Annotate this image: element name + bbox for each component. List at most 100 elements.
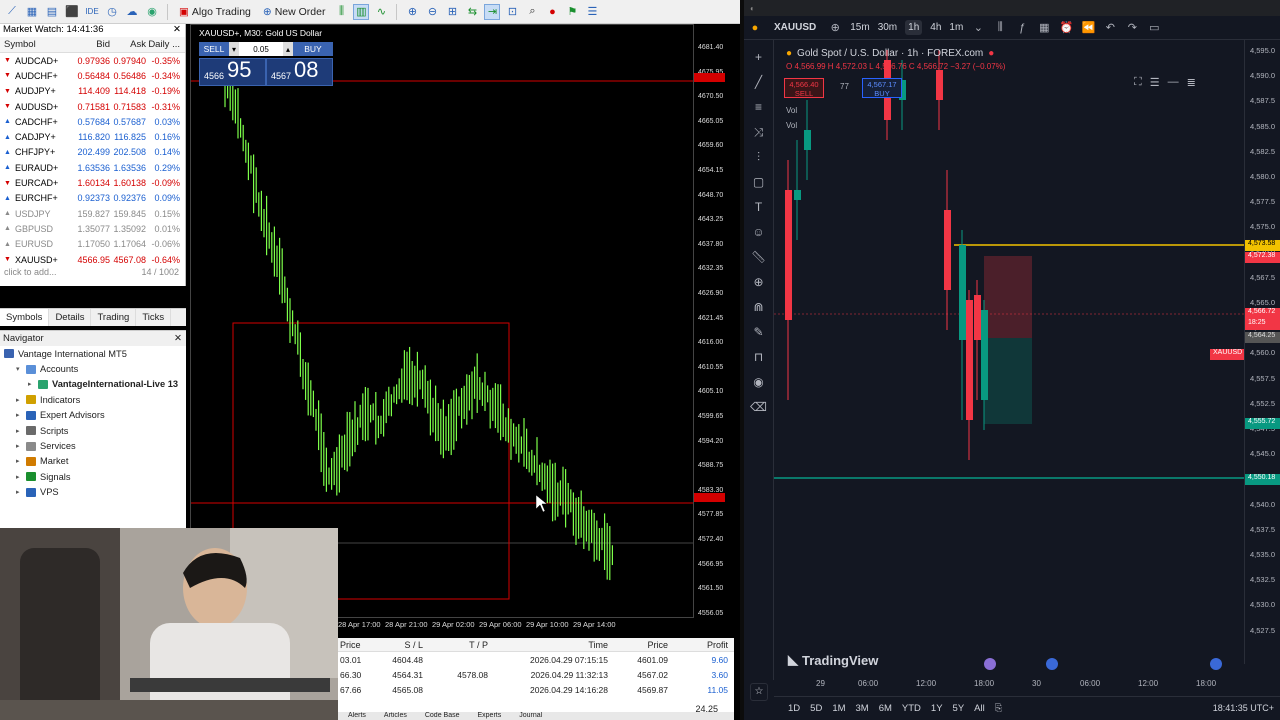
navigator-item[interactable]: Vantage International MT5: [0, 346, 186, 361]
globe-icon[interactable]: ◉: [144, 4, 160, 20]
market-watch-row[interactable]: ▲ GBPUSD 1.35077 1.35092 0.01%: [0, 221, 185, 236]
economic-event-icon[interactable]: [1046, 658, 1058, 670]
object-tree-icon[interactable]: ☰: [1150, 76, 1160, 89]
bar-chart-icon[interactable]: ⫼: [333, 4, 349, 20]
ide-icon[interactable]: IDE: [84, 4, 100, 20]
economic-event-icon[interactable]: [1210, 658, 1222, 673]
toolbox-tab[interactable]: Alerts: [348, 712, 366, 720]
navigator-item[interactable]: ▸ VantageInternational-Live 13: [0, 377, 186, 392]
range-button[interactable]: All: [974, 703, 985, 714]
tv-chart-area[interactable]: ● Gold Spot / U.S. Dollar · 1h · FOREX.c…: [774, 40, 1244, 664]
navigator-item[interactable]: ▸ Indicators: [0, 392, 186, 407]
volume-up-icon[interactable]: ▴: [283, 42, 293, 56]
tv-candle-chart[interactable]: [774, 40, 1244, 664]
range-button[interactable]: 5Y: [953, 703, 965, 714]
tv-buy-button[interactable]: 4,567.17 BUY: [862, 78, 902, 98]
magnet-icon[interactable]: ⋒: [750, 298, 768, 316]
market-watch-row[interactable]: ▼ AUDCAD+ 0.97936 0.97940 -0.35%: [0, 53, 185, 68]
templates-icon[interactable]: ▦: [1037, 21, 1051, 34]
volume-input[interactable]: 0.05: [239, 42, 283, 56]
sell-price[interactable]: 4566 95: [199, 58, 266, 86]
lock-icon[interactable]: ⊓: [750, 348, 768, 366]
toolbox-tab[interactable]: Code Base: [425, 712, 460, 720]
chart-type-icon[interactable]: ⫼: [993, 21, 1007, 34]
zoom-in-icon[interactable]: ⊕: [404, 4, 420, 20]
market-watch-row[interactable]: ▼ XAUUSD+ 4566.95 4567.08 -0.64%: [0, 252, 185, 267]
expand-icon[interactable]: ▸: [16, 427, 22, 435]
range-button[interactable]: 5D: [810, 703, 822, 714]
pencil-lock-icon[interactable]: ✎: [750, 323, 768, 341]
alert-icon[interactable]: ⏰: [1059, 21, 1073, 34]
trade-row[interactable]: 67.66 4565.08 2026.04.29 14:16:28 4569.8…: [338, 682, 734, 697]
interval-1h[interactable]: 1h: [905, 20, 923, 35]
screenshot-icon[interactable]: ⊡: [504, 4, 520, 20]
text-icon[interactable]: T: [750, 198, 768, 216]
navigator-item[interactable]: ▸ Signals: [0, 469, 186, 484]
chart-line-icon[interactable]: ⟋: [4, 4, 20, 20]
expand-icon[interactable]: ▾: [16, 365, 22, 373]
market-watch-row[interactable]: ▼ AUDCHF+ 0.56484 0.56486 -0.34%: [0, 68, 185, 83]
redo-icon[interactable]: ↷: [1125, 21, 1139, 34]
signals-icon[interactable]: ⚑: [564, 4, 580, 20]
navigator-item[interactable]: ▸ Expert Advisors: [0, 408, 186, 423]
expand-icon[interactable]: ▸: [16, 411, 22, 419]
expand-icon[interactable]: ▸: [16, 396, 22, 404]
interval-15m[interactable]: 15m: [850, 22, 869, 33]
minus-icon[interactable]: —: [1168, 76, 1179, 89]
toolbox-tab[interactable]: Journal: [519, 712, 542, 720]
interval-4h[interactable]: 4h: [930, 22, 941, 33]
settings-icon[interactable]: ≣: [1187, 76, 1196, 89]
expand-icon[interactable]: ▸: [16, 473, 22, 481]
range-button[interactable]: 3M: [856, 703, 869, 714]
replay-icon[interactable]: ⏪: [1081, 21, 1095, 34]
interval-30m[interactable]: 30m: [878, 22, 897, 33]
avatar[interactable]: ●: [748, 22, 762, 34]
navigator-item[interactable]: ▸ Market: [0, 454, 186, 469]
chart-shift-icon[interactable]: ⇥: [484, 3, 501, 20]
tab-trading[interactable]: Trading: [91, 309, 137, 326]
pattern-icon[interactable]: ⤨: [750, 123, 768, 141]
tab-ticks[interactable]: Ticks: [136, 309, 172, 326]
market-watch-row[interactable]: ▲ EURAUD+ 1.63536 1.63536 0.29%: [0, 160, 185, 175]
navigator-item[interactable]: ▸ VPS: [0, 485, 186, 500]
market-watch-row[interactable]: ▼ AUDUSD+ 0.71581 0.71583 -0.31%: [0, 99, 185, 114]
market-icon[interactable]: ⬛: [64, 4, 80, 20]
expand-icon[interactable]: ▸: [16, 442, 22, 450]
toolbox-tab[interactable]: Experts: [478, 712, 502, 720]
close-icon[interactable]: ✕: [173, 24, 185, 37]
fullscreen-icon[interactable]: ⛶: [1134, 76, 1142, 89]
search-icon[interactable]: ⌕: [524, 4, 540, 20]
market-watch-row[interactable]: ▲ CADCHF+ 0.57684 0.57687 0.03%: [0, 114, 185, 129]
trash-icon[interactable]: ⌫: [750, 398, 768, 416]
sell-button[interactable]: SELL: [199, 42, 229, 56]
emoji-icon[interactable]: ☺: [750, 223, 768, 241]
expand-icon[interactable]: ▸: [28, 380, 34, 388]
fib-icon[interactable]: ≡: [750, 98, 768, 116]
grid-icon[interactable]: ⊞: [444, 4, 460, 20]
navigator-item[interactable]: ▸ Scripts: [0, 423, 186, 438]
market-watch-row[interactable]: ▲ EURUSD 1.17050 1.17064 -0.06%: [0, 237, 185, 252]
forecast-icon[interactable]: ⫶: [750, 148, 768, 166]
economic-event-icon[interactable]: [984, 658, 996, 670]
navigator-item[interactable]: ▾ Accounts: [0, 361, 186, 376]
add-chart-icon[interactable]: ▦: [24, 4, 40, 20]
market-watch-row[interactable]: ▲ EURCHF+ 0.92373 0.92376 0.09%: [0, 191, 185, 206]
profiles-icon[interactable]: ▤: [44, 4, 60, 20]
range-button[interactable]: 1D: [788, 703, 800, 714]
tab-details[interactable]: Details: [49, 309, 92, 326]
symbol-search[interactable]: XAUUSD: [770, 22, 820, 33]
line-chart-icon[interactable]: ∿: [373, 4, 389, 20]
tab-symbols[interactable]: Symbols: [0, 309, 50, 326]
layout-icon[interactable]: ▭: [1147, 21, 1161, 34]
notification-icon[interactable]: ●: [544, 4, 560, 20]
cloud-icon[interactable]: ☁: [124, 4, 140, 20]
autoscroll-icon[interactable]: ⇆: [464, 4, 480, 20]
candle-chart-icon[interactable]: ▥: [353, 3, 370, 20]
trend-line-icon[interactable]: ╱: [750, 73, 768, 91]
range-button[interactable]: YTD: [902, 703, 921, 714]
volume-down-icon[interactable]: ▾: [229, 42, 239, 56]
indicators-icon[interactable]: ƒ: [1015, 22, 1029, 34]
trade-row[interactable]: 03.01 4604.48 2026.04.29 07:15:15 4601.0…: [338, 652, 734, 667]
chevron-down-icon[interactable]: ⌄: [971, 21, 985, 34]
undo-icon[interactable]: ↶: [1103, 21, 1117, 34]
